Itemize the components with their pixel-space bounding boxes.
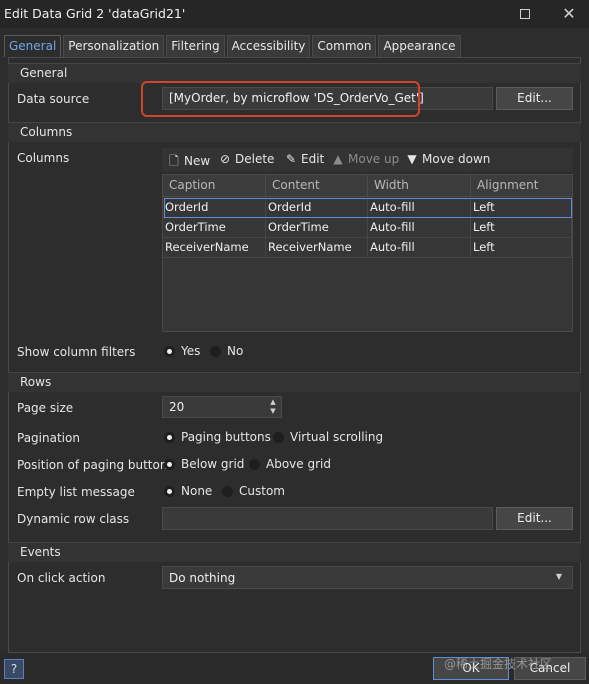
columns-label: Columns (17, 151, 70, 165)
section-title: Columns (20, 125, 73, 139)
pencil-icon: ✎ (285, 152, 297, 166)
new-document-icon: 🗋 (169, 154, 179, 168)
section-title: Rows (20, 375, 52, 389)
table-cell[interactable]: Auto-fill (368, 238, 471, 258)
move-down-button[interactable]: ▼ Move down (405, 152, 490, 166)
help-icon[interactable]: ? (4, 659, 24, 679)
radio-selected-icon (164, 345, 175, 357)
watermark: @稀土掘金技术社区 (444, 657, 553, 671)
on-click-select[interactable]: Do nothing ▼ (162, 566, 573, 589)
show-filters-yes-radio[interactable]: Yes (164, 344, 200, 358)
radio-selected-icon (164, 458, 175, 470)
table-cell[interactable]: OrderTime (266, 218, 368, 238)
radio-selected-icon (164, 431, 175, 443)
virtual-scrolling-radio[interactable]: Virtual scrolling (273, 430, 383, 444)
show-filters-label: Show column filters (17, 345, 136, 359)
section-header-events: Events (8, 542, 581, 562)
column-header-content[interactable]: Content (266, 175, 368, 197)
delete-icon: ⊘ (219, 152, 231, 166)
table-cell[interactable]: ReceiverName (163, 238, 266, 258)
window-title: Edit Data Grid 2 'dataGrid21' (4, 6, 186, 21)
triangle-up-icon: ▲ (333, 152, 343, 166)
tab-bar: General Personalization Filtering Access… (4, 35, 463, 57)
tab-accessibility[interactable]: Accessibility (226, 35, 311, 57)
section-header-columns: Columns (8, 122, 581, 142)
paging-position-label: Position of paging buttons (17, 458, 174, 472)
pagination-label: Pagination (17, 431, 80, 445)
tab-common[interactable]: Common (312, 35, 377, 57)
above-grid-radio[interactable]: Above grid (249, 457, 331, 471)
section-title: Events (20, 545, 61, 559)
empty-none-radio[interactable]: None (164, 484, 212, 498)
dynamic-row-class-label: Dynamic row class (17, 512, 130, 526)
on-click-label: On click action (17, 571, 106, 585)
move-up-button[interactable]: ▲ Move up (331, 152, 399, 166)
empty-list-label: Empty list message (17, 485, 135, 499)
data-source-edit-button[interactable]: Edit... (496, 87, 573, 110)
table-cell[interactable]: ReceiverName (266, 238, 368, 258)
radio-icon (210, 345, 221, 357)
column-header-alignment[interactable]: Alignment (471, 175, 572, 197)
table-cell[interactable]: OrderTime (163, 218, 266, 238)
page-size-label: Page size (17, 401, 74, 415)
close-icon[interactable]: ✕ (558, 4, 580, 24)
tab-general[interactable]: General (4, 35, 62, 57)
columns-toolbar: 🗋 New ⊘ Delete ✎ Edit ▲ Move up ▼ Move down (162, 148, 573, 172)
title-bar: Edit Data Grid 2 'dataGrid21' ✕ (0, 0, 589, 28)
tab-appearance[interactable]: Appearance (378, 35, 461, 57)
radio-icon (222, 485, 233, 497)
radio-icon (249, 458, 260, 470)
triangle-down-icon: ▼ (407, 152, 417, 166)
maximize-icon[interactable] (514, 4, 536, 24)
show-filters-no-radio[interactable]: No (210, 344, 243, 358)
radio-selected-icon (164, 485, 175, 497)
column-header-caption[interactable]: Caption (163, 175, 266, 197)
radio-icon (273, 431, 284, 443)
dynamic-row-class-field[interactable] (162, 507, 493, 530)
delete-button[interactable]: ⊘ Delete (218, 152, 274, 166)
empty-custom-radio[interactable]: Custom (222, 484, 285, 498)
dynamic-row-class-edit-button[interactable]: Edit... (496, 507, 573, 530)
selected-row-outline (164, 198, 572, 218)
table-cell[interactable]: Auto-fill (368, 218, 471, 238)
annotation-highlight (141, 81, 420, 117)
page-size-stepper[interactable]: 20 ▲ ▼ (162, 396, 282, 418)
section-title: General (20, 66, 68, 80)
new-button[interactable]: 🗋 New (167, 152, 210, 173)
tab-filtering[interactable]: Filtering (166, 35, 225, 57)
below-grid-radio[interactable]: Below grid (164, 457, 244, 471)
section-header-general: General (8, 63, 581, 83)
tab-personalization[interactable]: Personalization (63, 35, 165, 57)
section-header-rows: Rows (8, 372, 581, 392)
paging-buttons-radio[interactable]: Paging buttons (164, 430, 271, 444)
spinner-arrows-icon[interactable]: ▲ ▼ (267, 398, 279, 416)
chevron-down-icon: ▼ (555, 572, 562, 581)
columns-grid[interactable]: Caption Content Width Alignment OrderId … (162, 174, 573, 332)
table-cell[interactable]: Left (471, 238, 572, 258)
data-source-label: Data source (17, 92, 90, 106)
table-cell[interactable]: Left (471, 218, 572, 238)
edit-button[interactable]: ✎ Edit (284, 152, 324, 166)
column-header-width[interactable]: Width (368, 175, 471, 197)
